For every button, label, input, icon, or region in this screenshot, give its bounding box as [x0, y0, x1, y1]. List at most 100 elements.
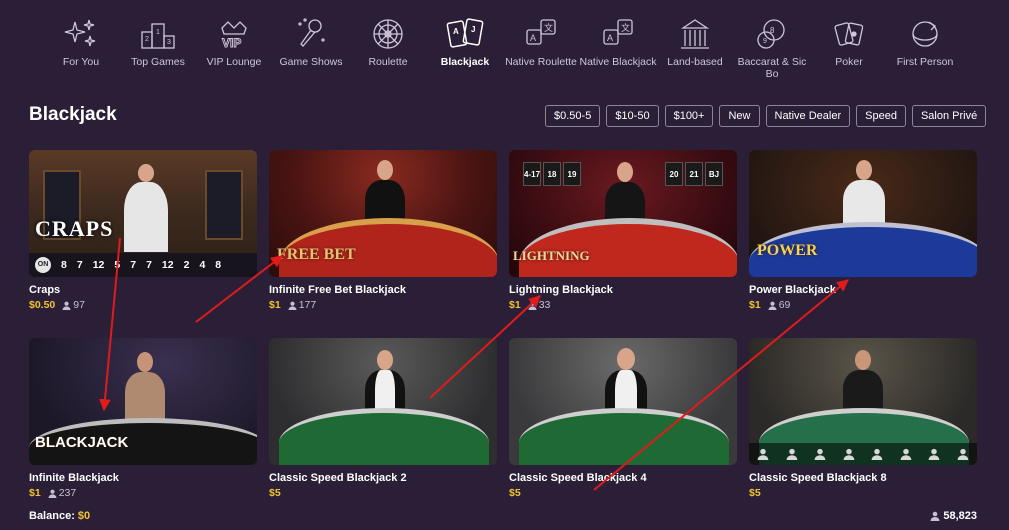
nav-poker[interactable]: Poker	[808, 14, 890, 68]
player-count: 177	[288, 299, 317, 311]
game-title: Infinite Blackjack	[29, 472, 119, 484]
microphone-icon	[298, 18, 325, 47]
table	[279, 408, 489, 465]
nav-label: For You	[62, 56, 100, 68]
filter-chip-native-dealer[interactable]: Native Dealer	[765, 105, 851, 127]
game-title: Lightning Blackjack	[509, 284, 613, 296]
poker-cards-icon	[834, 22, 864, 46]
game-meta: $1 33	[509, 299, 737, 311]
filter-chip-10-50[interactable]: $10-50	[606, 105, 659, 127]
player-count-value: 177	[298, 299, 317, 311]
seat-icon	[871, 448, 883, 460]
history-value: 8	[215, 259, 222, 271]
sparkles-icon	[64, 19, 96, 47]
game-title: Classic Speed Blackjack 2	[269, 472, 407, 484]
history-value: 5	[114, 259, 121, 271]
nav-label: Top Games	[131, 56, 185, 68]
game-title: Craps	[29, 284, 61, 296]
svg-text:2: 2	[145, 36, 149, 43]
nav-blackjack[interactable]: A J Blackjack	[424, 14, 506, 68]
game-meta: $5	[269, 487, 497, 499]
nav-label: Baccarat & Sic Bo	[737, 56, 807, 80]
player-count-value: 97	[73, 299, 85, 311]
game-card-infinite-blackjack[interactable]: BLACKJACK Infinite Blackjack $1 237	[29, 338, 257, 499]
on-badge: ON	[35, 257, 51, 273]
online-players: 58,823	[930, 510, 977, 522]
history-value: 2	[183, 259, 190, 271]
filter-chip-salon-prive[interactable]: Salon Privé	[911, 105, 987, 127]
nav-baccarat-sic-bo[interactable]: 8 9 Baccarat & Sic Bo	[731, 14, 813, 80]
seat-icon	[957, 448, 969, 460]
roulette-wheel-icon	[373, 19, 403, 49]
game-meta: $5	[509, 487, 737, 499]
nav-label: Poker	[835, 56, 863, 68]
nav-roulette[interactable]: Roulette	[347, 14, 429, 68]
svg-text:A: A	[530, 33, 536, 43]
seat-row	[749, 443, 977, 465]
filter-chips: $0.50-5 $10-50 $100+ New Native Dealer S…	[545, 105, 987, 127]
nav-vip-lounge[interactable]: VIP VIP Lounge	[193, 14, 275, 68]
filter-chip-speed[interactable]: Speed	[856, 105, 906, 127]
history-value: 7	[130, 259, 137, 271]
svg-text:A: A	[453, 27, 459, 36]
filter-chip-new[interactable]: New	[719, 105, 760, 127]
min-stake: $5	[749, 487, 761, 499]
nav-first-person[interactable]: First Person	[884, 14, 966, 68]
nav-top-games[interactable]: 1 2 3 Top Games	[117, 14, 199, 68]
game-card-classic-speed-blackjack-4[interactable]: Classic Speed Blackjack 4 $5	[509, 338, 737, 499]
filter-chip-100-plus[interactable]: $100+	[664, 105, 714, 127]
results-history: ON 8 7 12 5 7 7 12 2 4 8	[29, 253, 257, 277]
language-icon: A 文	[603, 19, 633, 45]
user-icon	[288, 301, 297, 310]
seat-icon	[843, 448, 855, 460]
game-card-power-blackjack[interactable]: POWER Power Blackjack $1 69	[749, 150, 977, 311]
seat-icon	[814, 448, 826, 460]
history-value: 4	[199, 259, 206, 271]
min-stake: $1	[269, 299, 281, 311]
table	[519, 408, 729, 465]
filter-chip-0-50-5[interactable]: $0.50-5	[545, 105, 601, 127]
seat-icon	[786, 448, 798, 460]
svg-text:文: 文	[544, 22, 553, 33]
svg-text:9: 9	[763, 38, 767, 45]
game-title: Power Blackjack	[749, 284, 836, 296]
game-thumbnail: POWER	[749, 150, 977, 277]
game-card-lightning-blackjack[interactable]: 4-17 18 19 20 21 BJ LIGHTNING Lightning …	[509, 150, 737, 311]
history-value: 7	[146, 259, 152, 271]
game-logo: LIGHTNING	[513, 248, 590, 263]
nav-label: VIP Lounge	[206, 56, 262, 68]
svg-text:3: 3	[167, 39, 171, 46]
nav-label: Game Shows	[279, 56, 343, 68]
game-card-craps[interactable]: CRAPS ON 8 7 12 5 7 7 12 2 4 8 Craps $0.…	[29, 150, 257, 311]
min-stake: $0.50	[29, 299, 56, 311]
player-count: 97	[62, 299, 85, 311]
game-card-classic-speed-blackjack-8[interactable]: Classic Speed Blackjack 8 $5	[749, 338, 977, 499]
nav-native-roulette[interactable]: A 文 Native Roulette	[500, 14, 582, 68]
svg-text:1: 1	[156, 29, 160, 36]
min-stake: $5	[269, 487, 281, 499]
nav-native-blackjack[interactable]: A 文 Native Blackjack	[577, 14, 659, 68]
game-logo: POWER	[757, 242, 818, 259]
nav-for-you[interactable]: For You	[40, 14, 122, 68]
player-count: 237	[48, 487, 77, 499]
game-thumbnail	[509, 338, 737, 465]
nav-label: First Person	[896, 56, 954, 68]
game-logo: BLACKJACK	[35, 434, 129, 451]
game-thumbnail: BLACKJACK	[29, 338, 257, 465]
user-icon	[768, 301, 777, 310]
game-card-classic-speed-blackjack-2[interactable]: Classic Speed Blackjack 2 $5	[269, 338, 497, 499]
score-tile: 19	[563, 162, 581, 186]
game-meta: $0.50 97	[29, 299, 257, 311]
game-thumbnail	[269, 338, 497, 465]
score-tile: 18	[543, 162, 561, 186]
min-stake: $1	[749, 299, 761, 311]
nav-land-based[interactable]: Land-based	[654, 14, 736, 68]
min-stake: $1	[29, 487, 41, 499]
vip-icon: VIP	[221, 21, 247, 50]
player-count-value: 237	[58, 487, 77, 499]
history-value: 8	[61, 259, 67, 271]
game-card-infinite-free-bet-blackjack[interactable]: FREE BET Infinite Free Bet Blackjack $1 …	[269, 150, 497, 311]
nav-game-shows[interactable]: Game Shows	[270, 14, 352, 68]
game-meta: $5	[749, 487, 977, 499]
game-title: Classic Speed Blackjack 8	[749, 472, 887, 484]
